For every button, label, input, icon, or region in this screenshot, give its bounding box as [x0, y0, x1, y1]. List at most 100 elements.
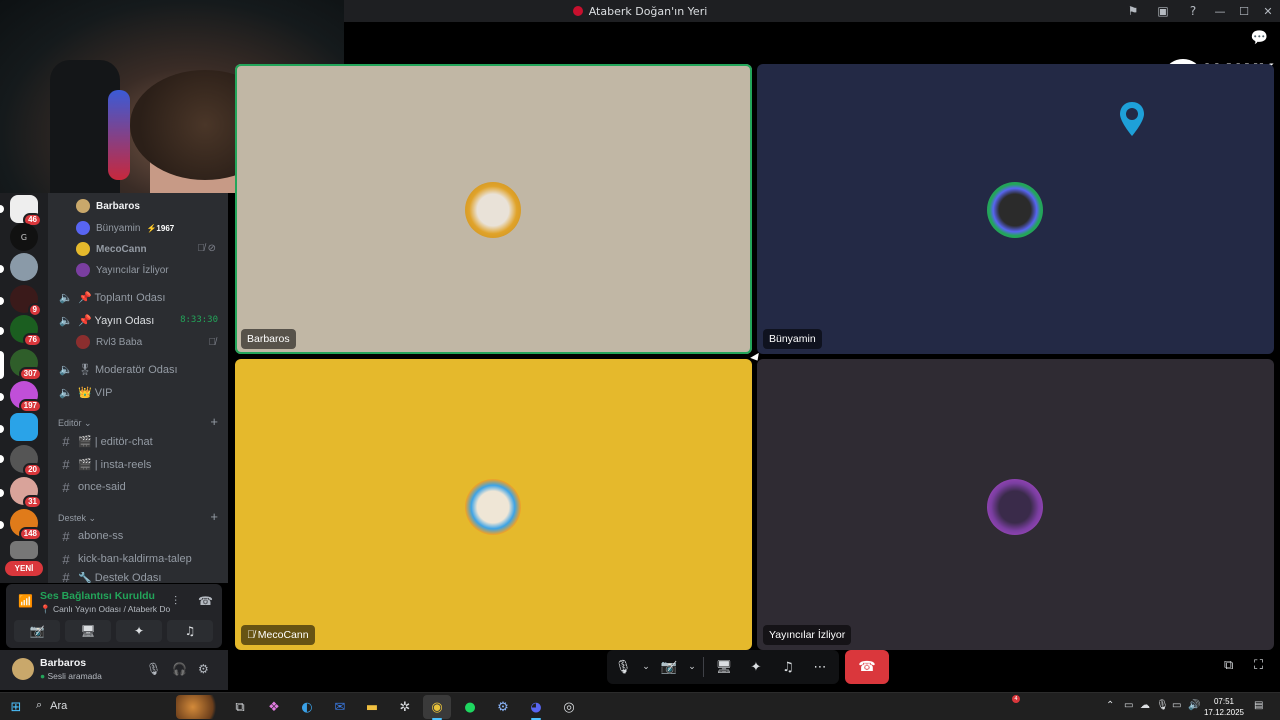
activities-button[interactable]: ✦ — [116, 620, 162, 642]
chevron-down-icon[interactable]: ⌄ — [639, 652, 653, 682]
start-icon[interactable]: ⊞ — [6, 697, 26, 717]
connection-status[interactable]: Ses Bağlantısı Kuruldu — [40, 590, 155, 602]
video-tile-bunyamin[interactable]: Bünyamin — [757, 64, 1274, 354]
voice-member[interactable]: Barbaros — [76, 196, 140, 216]
fullscreen-icon[interactable]: ⛶ — [1254, 658, 1263, 673]
settings-icon[interactable]: ⚙ — [198, 662, 209, 676]
participant-avatar — [465, 479, 521, 535]
text-channel[interactable]: # 🔧 Destek Odası — [48, 572, 228, 583]
disconnect-button[interactable]: ☎ — [845, 650, 889, 684]
server-icon-10[interactable]: 31 — [10, 477, 42, 509]
spotify-icon[interactable]: ● — [460, 697, 480, 717]
server-icon — [572, 6, 583, 16]
microphone-button[interactable]: 🎙 — [607, 652, 639, 682]
disconnect-icon[interactable]: ☎ — [198, 594, 213, 608]
headphones-icon[interactable]: 🎧 — [172, 662, 187, 676]
voice-channel-toplanti[interactable]: 🔈 📌 Toplantı Odası — [48, 287, 228, 307]
add-channel-icon[interactable]: + — [210, 509, 218, 524]
server-icon-5[interactable]: 76 — [10, 315, 42, 347]
channel-label: 🎖 Moderatör Odası — [78, 363, 178, 376]
category-editor[interactable]: Editör ⌄ — [58, 418, 92, 429]
app-icon[interactable]: ◎ — [559, 697, 579, 717]
category-destek[interactable]: Destek ⌄ — [58, 513, 96, 524]
server-icon-1[interactable]: 46 — [10, 195, 42, 227]
windows-taskbar: ⊞ ⌕ Ara ⧉ ❖ ◐ ✉ ▬ ✲ ◉ ● ⚙ ◕ ◎ 4 ⌃ ▭ ☁ 🎙 ▭… — [0, 692, 1280, 720]
server-icon-9[interactable]: 20 — [10, 445, 42, 477]
app-icon[interactable]: ✲ — [395, 697, 415, 717]
outlook-icon[interactable]: ✉ — [330, 697, 350, 717]
channel-label: 🎬 | insta-reels — [78, 458, 152, 471]
text-channel[interactable]: # 🎬 | editör-chat — [48, 431, 228, 451]
taskbar-search[interactable]: ⌕ Ara — [36, 699, 67, 712]
tray-chevron-icon[interactable]: ⌃ — [1106, 700, 1114, 711]
server-icon-11[interactable]: 148 — [10, 509, 42, 541]
add-channel-icon[interactable]: + — [210, 414, 218, 429]
camera-toggle-button[interactable]: 📷̸ — [14, 620, 60, 642]
notifications-icon[interactable]: ▤ — [1254, 700, 1263, 711]
search-label: Ara — [50, 699, 68, 712]
channel-label: 🔧 Destek Odası — [78, 572, 162, 583]
voice-member[interactable]: Bünyamin ⚡1967 — [76, 218, 174, 238]
video-tile-yayincilar[interactable]: Yayıncılar İzliyor — [757, 359, 1274, 650]
file-explorer-icon[interactable]: ▬ — [362, 697, 382, 717]
chevron-down-icon[interactable]: ⌄ — [685, 652, 699, 682]
task-view-icon[interactable]: ⧉ — [230, 697, 250, 717]
text-channel[interactable]: # 🎬 | insta-reels — [48, 454, 228, 474]
taskbar-clock[interactable]: 07:51 17.12.2025 — [1204, 696, 1244, 718]
soundboard-button[interactable]: ♫ — [772, 652, 804, 682]
tray-icon[interactable]: ☁ — [1140, 700, 1150, 711]
weather-widget[interactable] — [176, 695, 224, 719]
voice-member[interactable]: MecoCann — [76, 239, 147, 259]
microphone-icon[interactable]: 🎙 — [1156, 700, 1169, 711]
video-tile-mecocann[interactable]: 🎙̸ MecoCann — [235, 359, 752, 650]
user-avatar[interactable] — [12, 658, 34, 680]
copilot-icon[interactable]: ❖ — [264, 697, 284, 717]
screen-share-button[interactable]: 🖥 — [708, 652, 740, 682]
volume-icon[interactable]: 🔊 — [1188, 700, 1200, 711]
user-name[interactable]: Barbaros — [40, 657, 86, 669]
screen-share-button[interactable]: 🖥 — [65, 620, 111, 642]
text-channel[interactable]: # once-said — [48, 477, 228, 497]
server-icon-4[interactable]: 9 — [10, 285, 42, 317]
network-icon[interactable]: ▭ — [1172, 700, 1181, 711]
server-icon-2[interactable]: ɢ — [10, 223, 38, 251]
server-icon-3[interactable] — [10, 253, 38, 281]
connection-channel[interactable]: 📍 Canlı Yayın Odası / Ataberk Doğ... — [40, 604, 170, 615]
popout-icon[interactable]: ⧉ — [1224, 658, 1233, 673]
voice-channel-vip[interactable]: 🔈 👑 VIP — [48, 382, 228, 402]
server-icon-6[interactable]: 307 — [10, 349, 42, 381]
activities-button[interactable]: ✦ — [740, 652, 772, 682]
close-button[interactable]: ✕ — [1256, 0, 1280, 22]
app-icon[interactable]: ⚙ — [493, 697, 513, 717]
noise-suppression-icon[interactable]: ⫶ — [174, 594, 177, 609]
channel-label: 📌 Yayın Odası — [78, 314, 155, 327]
member-tag: ⚡1967 — [146, 223, 175, 233]
server-icon-8[interactable] — [10, 413, 38, 441]
more-options-button[interactable]: ⋯ — [804, 652, 836, 682]
voice-member[interactable]: Yayıncılar İzliyor — [76, 260, 169, 280]
voice-channel-moderator[interactable]: 🔈 🎖 Moderatör Odası — [48, 359, 228, 379]
notification-badge: 4 — [1012, 695, 1020, 703]
unread-pill — [0, 297, 4, 305]
muted-icons: 🎙̸ ⊘ — [197, 243, 216, 254]
text-channel[interactable]: # kick-ban-kaldirma-talep — [48, 549, 228, 569]
flag-icon[interactable]: ⚑ — [1118, 0, 1148, 22]
chrome-icon[interactable]: ◉ — [427, 697, 447, 717]
edge-icon[interactable]: ◐ — [297, 697, 317, 717]
voice-member[interactable]: Rvl3 Baba — [76, 332, 142, 352]
soundboard-button[interactable]: ♫ — [167, 620, 213, 642]
server-icon-7[interactable]: 197 — [10, 381, 42, 413]
text-channel[interactable]: # abone-ss — [48, 526, 228, 546]
discord-icon[interactable]: ◕ — [526, 697, 546, 717]
maximize-button[interactable]: ☐ — [1232, 0, 1256, 22]
video-tile-barbaros[interactable]: Barbaros — [235, 64, 752, 354]
camera-off-button[interactable]: 📷̸ — [653, 652, 685, 682]
screen-share-icon[interactable]: ▣ — [1148, 0, 1178, 22]
microphone-icon[interactable]: 🎙 — [146, 662, 161, 676]
server-folder[interactable] — [10, 541, 38, 559]
new-badge[interactable]: YENİ — [5, 561, 43, 576]
minimize-button[interactable]: — — [1208, 0, 1232, 22]
help-icon[interactable]: ? — [1178, 0, 1208, 22]
tray-icon[interactable]: ▭ — [1124, 700, 1133, 711]
chat-icon[interactable]: 💬 — [1251, 30, 1268, 46]
